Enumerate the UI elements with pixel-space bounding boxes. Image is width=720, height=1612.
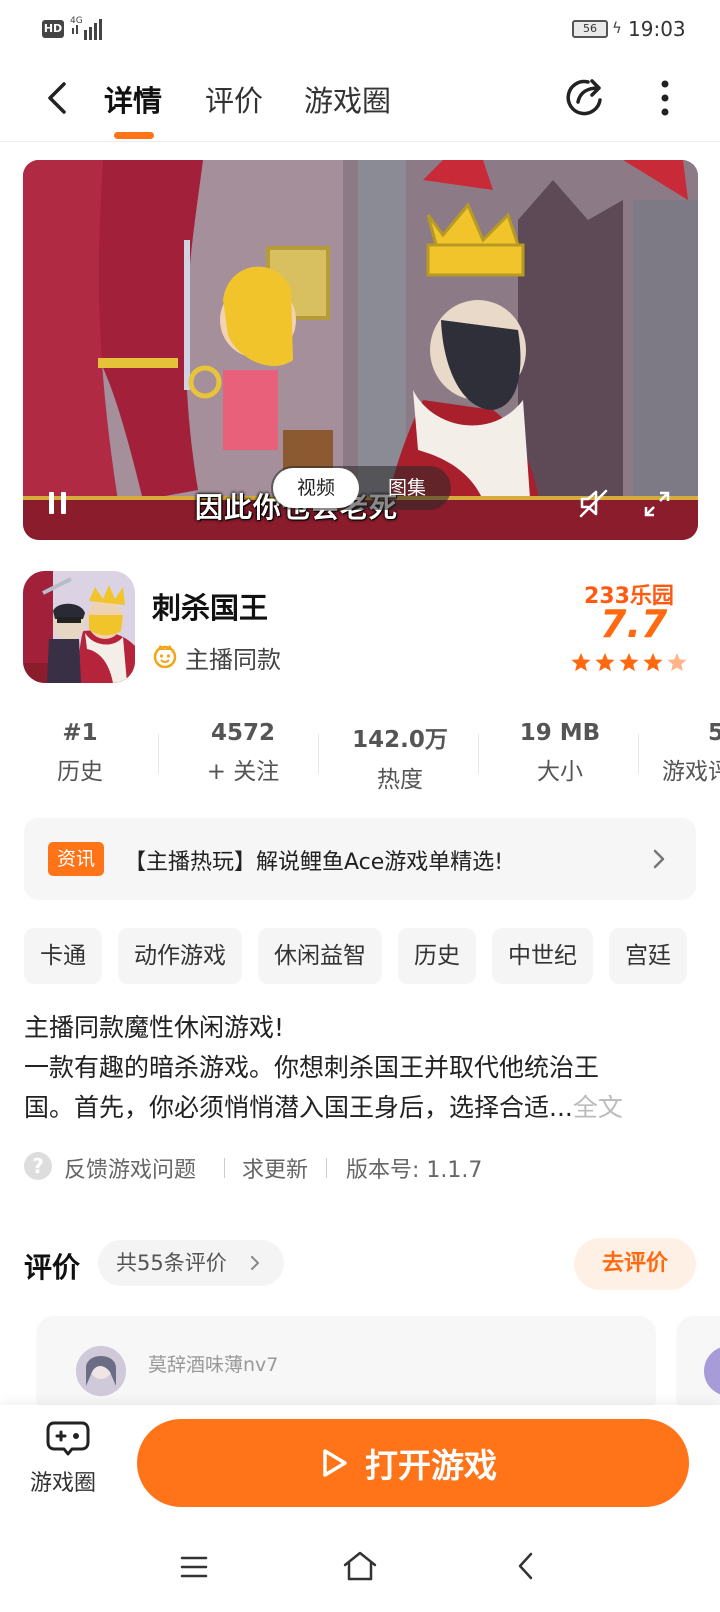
game-title: 刺杀国王 bbox=[152, 591, 269, 625]
stat-size-value: 19 MB bbox=[519, 720, 601, 746]
write-review-button[interactable]: 去评价 bbox=[574, 1238, 696, 1290]
status-bar: HD 4G 56 ϟ 19:03 bbox=[0, 0, 720, 58]
chevron-right-icon bbox=[251, 1256, 259, 1270]
stat-reviews[interactable]: 5 游戏评 bbox=[650, 720, 720, 786]
menu-icon[interactable] bbox=[180, 1555, 208, 1579]
description-line: 一款有趣的暗杀游戏。你想刺杀国王并取代他统治王 bbox=[24, 1053, 600, 1082]
play-icon bbox=[323, 1449, 347, 1477]
tag-chip[interactable]: 宫廷 bbox=[609, 928, 687, 984]
video-player[interactable]: 因此你也会老死 视频 图集 bbox=[23, 160, 698, 540]
stat-size: 19 MB 大小 bbox=[480, 720, 640, 786]
tag-chip[interactable]: 动作游戏 bbox=[118, 928, 242, 984]
review-card[interactable] bbox=[676, 1316, 720, 1416]
help-question-icon: ? bbox=[24, 1152, 52, 1180]
avatar bbox=[76, 1346, 126, 1396]
segment-album[interactable]: 图集 bbox=[367, 468, 447, 508]
star-icon bbox=[667, 653, 687, 672]
divider bbox=[318, 734, 319, 774]
clock: 19:03 bbox=[628, 17, 686, 41]
active-tab-indicator bbox=[114, 132, 154, 139]
stat-rank-label: 历史 bbox=[57, 759, 103, 785]
star-icon bbox=[571, 653, 591, 672]
back-icon[interactable] bbox=[516, 1551, 536, 1581]
pause-icon[interactable] bbox=[47, 490, 69, 516]
stat-reviews-value: 5 bbox=[708, 720, 720, 746]
reviews-count-button[interactable]: 共55条评价 bbox=[98, 1240, 284, 1286]
tag-chip[interactable]: 卡通 bbox=[24, 928, 102, 984]
tag-list: 卡通 动作游戏 休闲益智 历史 中世纪 宫廷 bbox=[24, 928, 720, 984]
stat-reviews-label: 游戏评 bbox=[662, 759, 720, 785]
gamepad-icon[interactable] bbox=[46, 1419, 90, 1457]
divider bbox=[224, 1158, 225, 1178]
request-update-link[interactable]: 求更新 bbox=[242, 1152, 308, 1184]
fullscreen-icon[interactable] bbox=[643, 490, 671, 518]
review-card[interactable]: 莫辞酒味薄nv7 bbox=[36, 1316, 656, 1416]
charging-icon: ϟ bbox=[612, 19, 622, 37]
stat-follow-value: 4572 bbox=[210, 720, 275, 746]
stat-rank-value: #1 bbox=[62, 720, 98, 746]
star-icon bbox=[643, 653, 663, 672]
game-circle-label[interactable]: 游戏圈 bbox=[30, 1465, 96, 1497]
rating-score: 7.7 bbox=[600, 602, 668, 646]
divider bbox=[326, 1158, 327, 1178]
divider bbox=[478, 734, 479, 774]
hd-indicator: HD bbox=[42, 20, 64, 38]
stat-heat-value: 142.0万 bbox=[352, 727, 448, 753]
signal-icon: 4G bbox=[70, 16, 102, 40]
divider bbox=[638, 734, 639, 774]
game-description: 主播同款魔性休闲游戏! 一款有趣的暗杀游戏。你想刺杀国王并取代他统治王 国。首先… bbox=[24, 1008, 700, 1128]
tab-game-circle[interactable]: 游戏圈 bbox=[304, 78, 391, 120]
network-type: 4G bbox=[70, 16, 83, 26]
stat-heat-label: 热度 bbox=[377, 767, 423, 793]
top-nav: 详情 评价 游戏圈 bbox=[0, 58, 720, 142]
more-options-icon[interactable] bbox=[650, 76, 680, 120]
mute-icon[interactable] bbox=[578, 488, 610, 518]
media-segment-control: 视频 图集 bbox=[271, 466, 451, 510]
share-icon[interactable] bbox=[562, 74, 608, 120]
description-line: 国。首先，你必须悄悄潜入国王身后，选择合适... bbox=[24, 1093, 573, 1122]
segment-video[interactable]: 视频 bbox=[273, 468, 359, 508]
news-banner[interactable]: 资讯 【主播热玩】解说鲤鱼Ace游戏单精选! bbox=[24, 818, 696, 900]
tag-chip[interactable]: 历史 bbox=[398, 928, 476, 984]
back-arrow-icon[interactable] bbox=[38, 76, 78, 120]
star-icon bbox=[595, 653, 615, 672]
feedback-link[interactable]: 反馈游戏问题 bbox=[64, 1152, 196, 1184]
stat-rank: #1 历史 bbox=[0, 720, 160, 786]
game-app-icon bbox=[23, 571, 135, 683]
news-headline: 【主播热玩】解说鲤鱼Ace游戏单精选! bbox=[124, 850, 504, 875]
reviews-count-label: 共55条评价 bbox=[116, 1251, 227, 1275]
open-game-button[interactable]: 打开游戏 bbox=[137, 1419, 689, 1507]
crown-smile-icon bbox=[153, 645, 177, 668]
tab-details[interactable]: 详情 bbox=[104, 78, 162, 120]
open-game-label: 打开游戏 bbox=[365, 1446, 497, 1485]
version-number: 版本号: 1.1.7 bbox=[346, 1158, 483, 1183]
divider bbox=[158, 734, 159, 774]
tab-reviews[interactable]: 评价 bbox=[205, 78, 263, 120]
news-badge: 资讯 bbox=[48, 842, 104, 876]
stats-row: #1 历史 4572 + 关注 142.0万 热度 19 MB 大小 5 游戏评 bbox=[0, 720, 720, 793]
anchor-same-tag: 主播同款 bbox=[185, 646, 281, 674]
stat-heat: 142.0万 热度 bbox=[320, 720, 480, 794]
description-line-last: 国。首先，你必须悄悄潜入国王身后，选择合适...全文 bbox=[24, 1088, 700, 1128]
reviewer-name: 莫辞酒味薄nv7 bbox=[148, 1354, 279, 1376]
expand-full-text-link[interactable]: 全文 bbox=[573, 1093, 623, 1122]
home-icon[interactable] bbox=[342, 1549, 378, 1583]
bottom-action-bar: 游戏圈 打开游戏 bbox=[0, 1405, 720, 1517]
follow-button[interactable]: + 关注 bbox=[163, 752, 323, 786]
system-navigation-bar bbox=[0, 1517, 720, 1612]
stat-size-label: 大小 bbox=[537, 759, 583, 785]
avatar bbox=[704, 1346, 720, 1396]
rating-stars bbox=[571, 653, 687, 672]
description-line: 主播同款魔性休闲游戏! bbox=[24, 1013, 285, 1042]
reviews-section-title: 评价 bbox=[24, 1251, 81, 1284]
tag-chip[interactable]: 休闲益智 bbox=[258, 928, 382, 984]
stat-follow[interactable]: 4572 + 关注 bbox=[163, 720, 323, 786]
tag-chip[interactable]: 中世纪 bbox=[492, 928, 593, 984]
battery-icon: 56 bbox=[572, 20, 608, 38]
star-icon bbox=[619, 653, 639, 672]
chevron-right-icon bbox=[653, 849, 665, 869]
